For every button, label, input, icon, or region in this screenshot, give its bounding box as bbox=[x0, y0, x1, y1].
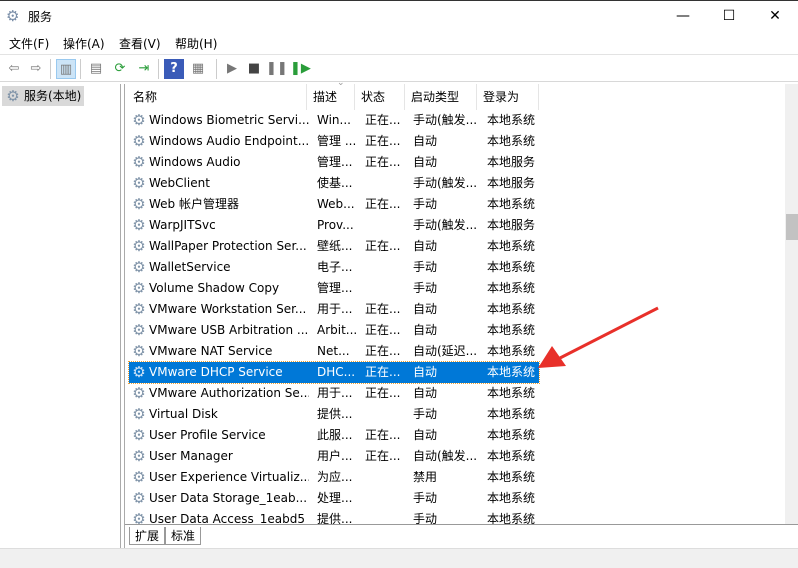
annotation-arrow bbox=[538, 306, 659, 368]
status-bar bbox=[0, 548, 798, 568]
